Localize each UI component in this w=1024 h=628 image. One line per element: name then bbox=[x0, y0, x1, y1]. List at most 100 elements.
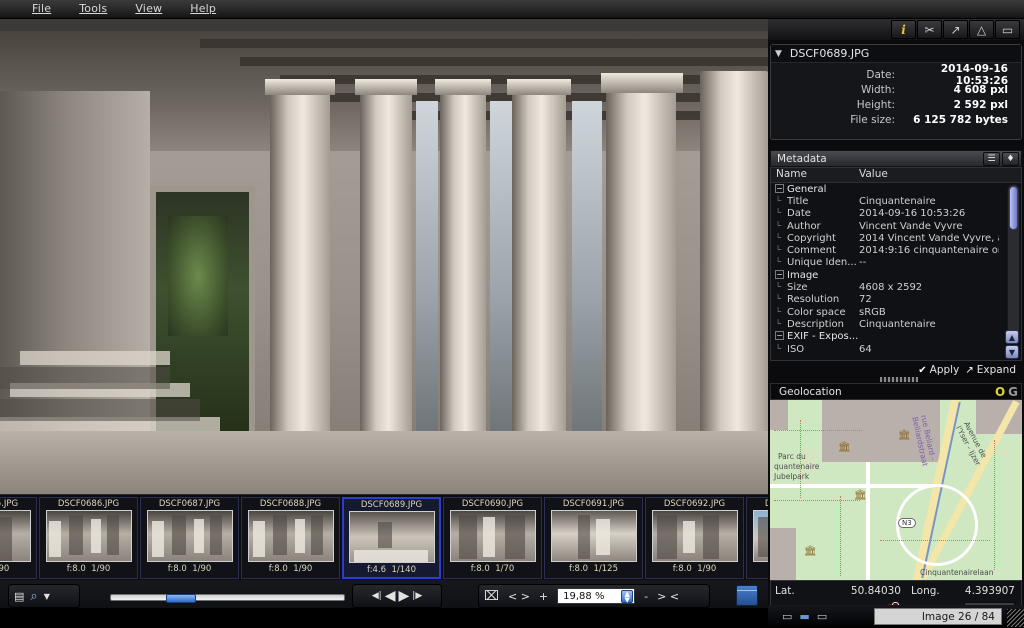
camera-icon[interactable]: ▭ bbox=[782, 610, 792, 623]
table-row[interactable]: └ Copyright 2014 Vincent Vande Vyvre, a..… bbox=[771, 232, 1021, 244]
metadata-row-label: Size bbox=[787, 282, 808, 294]
thumbnail-image[interactable] bbox=[45, 510, 132, 562]
scroll-down-button[interactable]: ▼ bbox=[1005, 345, 1019, 359]
metadata-expand-button[interactable]: ↗ Expand bbox=[965, 364, 1016, 376]
metadata-row-value: -- bbox=[859, 257, 867, 269]
folder-icon[interactable]: ▭ bbox=[995, 20, 1020, 39]
collapse-icon[interactable]: − bbox=[775, 183, 784, 193]
main-photo[interactable] bbox=[0, 31, 768, 494]
thumbnail-image[interactable] bbox=[752, 510, 768, 562]
nav-first-button[interactable]: ◀| bbox=[372, 591, 382, 601]
file-info-header[interactable]: ▼ DSCF0689.JPG bbox=[771, 45, 1021, 63]
thumbnail-highlight bbox=[294, 519, 305, 553]
osm-icon[interactable]: O bbox=[995, 385, 1005, 399]
metadata-scrollbar[interactable] bbox=[1007, 184, 1020, 344]
thumbnail-size-slider[interactable] bbox=[110, 594, 345, 603]
thumbnail-image[interactable] bbox=[550, 510, 637, 562]
table-row[interactable]: └ Size 4608 x 2592 bbox=[771, 281, 1021, 293]
longitude-value[interactable]: 4.393907 bbox=[953, 585, 1015, 597]
image-viewer[interactable] bbox=[0, 19, 768, 494]
nav-last-button[interactable]: |▶ bbox=[412, 591, 422, 601]
zoom-out-button[interactable]: - bbox=[644, 590, 648, 603]
resize-grip[interactable] bbox=[1007, 609, 1024, 627]
person-icon[interactable]: ♦ bbox=[1002, 151, 1019, 166]
table-row[interactable]: └ Date 2014-09-16 10:53:26 bbox=[771, 208, 1021, 220]
photo-column bbox=[440, 91, 486, 451]
chevron-down-icon[interactable]: ▼ bbox=[44, 592, 50, 601]
collapse-icon[interactable]: − bbox=[775, 269, 784, 279]
zoom-group: ⌧ < > + 19,88 % ▲ ▼ - > < bbox=[478, 584, 710, 608]
menu-tools[interactable]: Tools bbox=[65, 1, 121, 17]
table-row[interactable]: − Image bbox=[771, 269, 1021, 281]
table-row[interactable]: └ Author Vincent Vande Vyvre bbox=[771, 220, 1021, 232]
metadata-row-label: Unique Iden... bbox=[787, 257, 857, 269]
list-item[interactable]: DSCF0692.JPG f:8.0 1/90 bbox=[645, 497, 744, 579]
thumbnail-image[interactable] bbox=[348, 511, 435, 563]
metadata-apply-button[interactable]: ✔ Apply bbox=[918, 364, 959, 376]
file-info-height-label: Height: bbox=[856, 98, 895, 111]
thumbnail-filename: DSCF0690.JPG bbox=[461, 499, 524, 509]
scroll-up-button[interactable]: ▲ bbox=[1005, 330, 1019, 344]
list-item[interactable]: DSCF0686.JPG f:8.0 1/90 bbox=[39, 497, 138, 579]
google-maps-icon[interactable]: G bbox=[1008, 385, 1018, 399]
list-view-icon[interactable]: ☰ bbox=[983, 151, 1000, 166]
zoom-stepper[interactable]: ▲ ▼ bbox=[621, 590, 634, 604]
metadata-header[interactable]: Metadata ☰ ♦ bbox=[770, 150, 1022, 167]
list-item-selected[interactable]: DSCF0689.JPG f:4.6 1/140 bbox=[342, 497, 441, 579]
table-row[interactable]: └ ISO 64 bbox=[771, 343, 1021, 355]
table-row[interactable]: − General bbox=[771, 183, 1021, 195]
thumbnail-image[interactable] bbox=[146, 510, 233, 562]
thumbnail-browser[interactable]: DSCF0685.JPG f:8.0 1/90 DSCF0686.JPG f:8… bbox=[0, 494, 768, 580]
metadata-table[interactable]: Name Value − General └ Title Cinquantenair… bbox=[770, 167, 1022, 361]
thumbnail-image[interactable] bbox=[449, 510, 536, 562]
expand-arrow-icon: ↗ bbox=[965, 364, 974, 376]
list-item[interactable]: DSCF0690.JPG f:8.0 1/70 bbox=[443, 497, 542, 579]
geolocation-map[interactable]: N3 🏛 🏛 🏛 🏛 Parc du quantenaire Jubelpark… bbox=[770, 400, 1022, 580]
thumbnail-image[interactable] bbox=[651, 510, 738, 562]
table-row[interactable]: └ Comment 2014:9:16 cinquantenaire om... bbox=[771, 244, 1021, 256]
map-route-marker[interactable]: N3 bbox=[898, 518, 916, 528]
chevron-down-icon[interactable]: ▼ bbox=[775, 49, 782, 59]
zoom-shrink-button[interactable]: > < bbox=[657, 590, 679, 603]
scissors-icon[interactable]: ✂ bbox=[917, 20, 942, 39]
thumbnail-image[interactable] bbox=[0, 510, 31, 562]
fit-width-icon[interactable]: < > bbox=[508, 590, 530, 603]
list-item[interactable]: DSCF0685.JPG f:8.0 1/90 bbox=[0, 497, 37, 579]
info-icon[interactable]: i bbox=[891, 20, 916, 39]
nav-previous-button[interactable]: ◀ bbox=[385, 588, 396, 604]
disc-icon[interactable]: ▭ bbox=[817, 610, 827, 623]
magnifier-icon[interactable]: ⌕ bbox=[30, 589, 37, 604]
menu-view[interactable]: View bbox=[121, 1, 176, 17]
collapse-icon[interactable]: − bbox=[775, 331, 784, 341]
table-row[interactable]: └ Unique Iden... -- bbox=[771, 257, 1021, 269]
latitude-value[interactable]: 50.84030 bbox=[823, 585, 901, 597]
list-item[interactable]: DSCF0691.JPG f:8.0 1/125 bbox=[544, 497, 643, 579]
geolocation-header[interactable]: Geolocation O G bbox=[770, 383, 1022, 400]
table-row[interactable]: └ Title Cinquantenaire bbox=[771, 195, 1021, 207]
panel-resize-grip[interactable] bbox=[880, 377, 918, 382]
table-row[interactable]: └ Resolution 72 bbox=[771, 294, 1021, 306]
menu-help[interactable]: Help bbox=[176, 1, 230, 17]
nav-next-button[interactable]: ▶ bbox=[399, 588, 410, 604]
scrollbar-thumb[interactable] bbox=[1009, 186, 1018, 230]
slider-handle[interactable] bbox=[166, 594, 196, 603]
thumbnail-aperture: f:8.0 bbox=[672, 564, 692, 574]
thumbnail-image[interactable] bbox=[247, 510, 334, 562]
zoom-in-button[interactable]: + bbox=[539, 590, 548, 603]
table-row[interactable]: − EXIF - Expos... bbox=[771, 331, 1021, 343]
list-item[interactable]: DSCF0688.JPG f:8.0 1/90 bbox=[241, 497, 340, 579]
thumbnail-highlight bbox=[682, 521, 695, 553]
list-item[interactable]: DSCF0693.JPG f: bbox=[746, 497, 768, 579]
menu-file[interactable]: File bbox=[18, 1, 65, 17]
histogram-icon[interactable]: ↗ bbox=[943, 20, 968, 39]
view-mode-icon[interactable]: ▤ bbox=[14, 590, 24, 603]
table-row[interactable]: └ Description Cinquantenaire bbox=[771, 318, 1021, 330]
list-item[interactable]: DSCF0687.JPG f:8.0 1/90 bbox=[140, 497, 239, 579]
fit-to-window-icon[interactable]: ⌧ bbox=[484, 589, 499, 604]
zoom-input[interactable]: 19,88 % ▲ ▼ bbox=[557, 588, 636, 604]
filter-icon[interactable]: △ bbox=[969, 20, 994, 39]
folder-icon[interactable]: ▬ bbox=[799, 610, 809, 623]
table-row[interactable]: └ Color space sRGB bbox=[771, 306, 1021, 318]
metadata-row-name: − EXIF - Expos... bbox=[771, 331, 911, 342]
trash-icon[interactable] bbox=[736, 585, 758, 606]
